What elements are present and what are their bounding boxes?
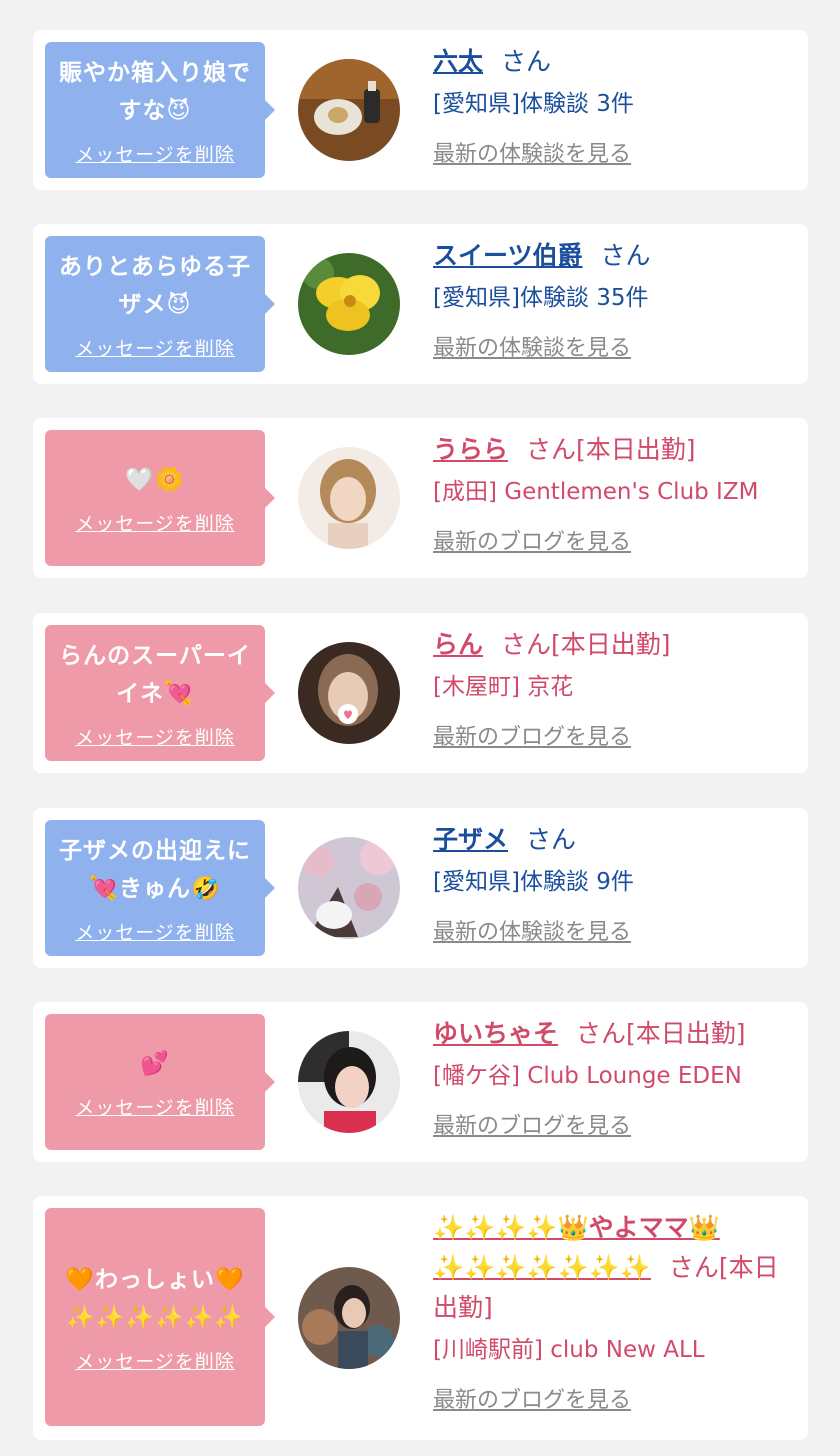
latest-blog-link[interactable]: 最新のブログを見る — [433, 526, 631, 560]
message-bubble: らんのスーパーイイネ💘 メッセージを削除 — [45, 625, 275, 761]
favorites-list: 賑やか箱入り娘ですな😈 メッセージを削除 六太 さん [愛知県]体験談 3件 最新… — [0, 0, 840, 1456]
name-suffix: さん[本日出勤] — [526, 435, 696, 464]
avatar[interactable] — [298, 1031, 400, 1133]
message-text: らんのスーパーイイネ💘 — [59, 642, 251, 707]
favorite-card: らんのスーパーイイネ💘 メッセージを削除 らん さん[本日出勤] [木屋町] 京花… — [33, 613, 808, 773]
name-suffix: さん[本日出勤] — [501, 630, 671, 659]
woman-portrait-photo-icon — [298, 447, 400, 549]
message-text: ありとあらゆる子ザメ😈 — [59, 253, 251, 318]
delete-message-link[interactable]: メッセージを削除 — [75, 723, 235, 750]
favorite-card: 🧡わっしょい🧡✨✨✨✨✨✨ メッセージを削除 ✨✨✨✨👑やよママ👑✨✨✨✨✨✨✨… — [33, 1196, 808, 1440]
user-name-link[interactable]: 子ザメ — [433, 825, 508, 854]
user-info: らん さん[本日出勤] [木屋町] 京花 最新のブログを見る — [433, 625, 794, 755]
avatar[interactable] — [298, 447, 400, 549]
latest-blog-link[interactable]: 最新のブログを見る — [433, 1384, 631, 1418]
latest-reviews-link[interactable]: 最新の体験談を見る — [433, 332, 631, 366]
avatar[interactable] — [298, 642, 400, 744]
message-text: 子ザメの出迎えに💘きゅん🤣 — [59, 837, 251, 902]
avatar[interactable] — [298, 1267, 400, 1369]
cake-photo-icon — [298, 59, 400, 161]
avatar[interactable] — [298, 253, 400, 355]
delete-message-link[interactable]: メッセージを削除 — [75, 1093, 235, 1120]
message-bubble: 子ザメの出迎えに💘きゅん🤣 メッセージを削除 — [45, 820, 275, 956]
delete-message-link[interactable]: メッセージを削除 — [75, 334, 235, 361]
shop-subtitle: [幡ケ谷] Club Lounge EDEN — [433, 1063, 742, 1089]
name-suffix: さん — [600, 241, 651, 270]
woman-portrait-photo-icon — [298, 1031, 400, 1133]
delete-message-link[interactable]: メッセージを削除 — [75, 1347, 235, 1374]
shop-subtitle: [木屋町] 京花 — [433, 674, 574, 700]
message-text: 💕 — [140, 1050, 170, 1077]
latest-reviews-link[interactable]: 最新の体験談を見る — [433, 916, 631, 950]
name-suffix: さん[本日出勤] — [576, 1019, 746, 1048]
favorite-card: 🤍🌼 メッセージを削除 うらら さん[本日出勤] [成田] Gentlemen's… — [33, 418, 808, 578]
user-info: 六太 さん [愛知県]体験談 3件 最新の体験談を見る — [433, 42, 794, 172]
woman-portrait-photo-icon — [298, 642, 400, 744]
favorite-card: ありとあらゆる子ザメ😈 メッセージを削除 スイーツ伯爵 さん [愛知県]体験談 3… — [33, 224, 808, 384]
user-subtitle: [愛知県]体験談 9件 — [433, 869, 634, 895]
message-text: 🤍🌼 — [125, 466, 185, 493]
delete-message-link[interactable]: メッセージを削除 — [75, 509, 235, 536]
latest-blog-link[interactable]: 最新のブログを見る — [433, 721, 631, 755]
avatar[interactable] — [298, 59, 400, 161]
user-info: スイーツ伯爵 さん [愛知県]体験談 35件 最新の体験談を見る — [433, 236, 794, 366]
message-bubble: 賑やか箱入り娘ですな😈 メッセージを削除 — [45, 42, 275, 178]
user-name-link[interactable]: 六太 — [433, 47, 483, 76]
message-text: 🧡わっしょい🧡✨✨✨✨✨✨ — [65, 1266, 245, 1331]
user-info: うらら さん[本日出勤] [成田] Gentlemen's Club IZM 最新… — [433, 430, 794, 560]
user-name-link[interactable]: らん — [433, 630, 483, 659]
shop-subtitle: [川崎駅前] club New ALL — [433, 1337, 705, 1363]
delete-message-link[interactable]: メッセージを削除 — [75, 918, 235, 945]
name-suffix: さん — [526, 825, 577, 854]
user-subtitle: [愛知県]体験談 35件 — [433, 285, 649, 311]
favorite-card: 子ザメの出迎えに💘きゅん🤣 メッセージを削除 子ザメ さん [愛知県]体験談 9件… — [33, 808, 808, 968]
user-info: 子ザメ さん [愛知県]体験談 9件 最新の体験談を見る — [433, 820, 794, 950]
shop-subtitle: [成田] Gentlemen's Club IZM — [433, 479, 759, 505]
user-info: ゆいちゃそ さん[本日出勤] [幡ケ谷] Club Lounge EDEN 最新の… — [433, 1014, 794, 1144]
favorite-card: 賑やか箱入り娘ですな😈 メッセージを削除 六太 さん [愛知県]体験談 3件 最新… — [33, 30, 808, 190]
user-name-link[interactable]: ゆいちゃそ — [433, 1019, 558, 1048]
cherry-blossom-photo-icon — [298, 837, 400, 939]
user-subtitle: [愛知県]体験談 3件 — [433, 91, 634, 117]
favorite-card: 💕 メッセージを削除 ゆいちゃそ さん[本日出勤] [幡ケ谷] Club Loun… — [33, 1002, 808, 1162]
message-bubble: 💕 メッセージを削除 — [45, 1014, 275, 1150]
message-text: 賑やか箱入り娘ですな😈 — [59, 59, 251, 124]
latest-reviews-link[interactable]: 最新の体験談を見る — [433, 138, 631, 172]
message-bubble: ありとあらゆる子ザメ😈 メッセージを削除 — [45, 236, 275, 372]
avatar[interactable] — [298, 837, 400, 939]
delete-message-link[interactable]: メッセージを削除 — [75, 140, 235, 167]
user-info: ✨✨✨✨👑やよママ👑✨✨✨✨✨✨✨ さん[本日出勤] [川崎駅前] club Ne… — [433, 1208, 794, 1418]
latest-blog-link[interactable]: 最新のブログを見る — [433, 1110, 631, 1144]
message-bubble: 🧡わっしょい🧡✨✨✨✨✨✨ メッセージを削除 — [45, 1208, 275, 1426]
yellow-flower-photo-icon — [298, 253, 400, 355]
user-name-link[interactable]: うらら — [433, 435, 508, 464]
message-bubble: 🤍🌼 メッセージを削除 — [45, 430, 275, 566]
user-name-link[interactable]: スイーツ伯爵 — [433, 241, 583, 270]
name-suffix: さん — [501, 47, 552, 76]
woman-portrait-photo-icon — [298, 1267, 400, 1369]
